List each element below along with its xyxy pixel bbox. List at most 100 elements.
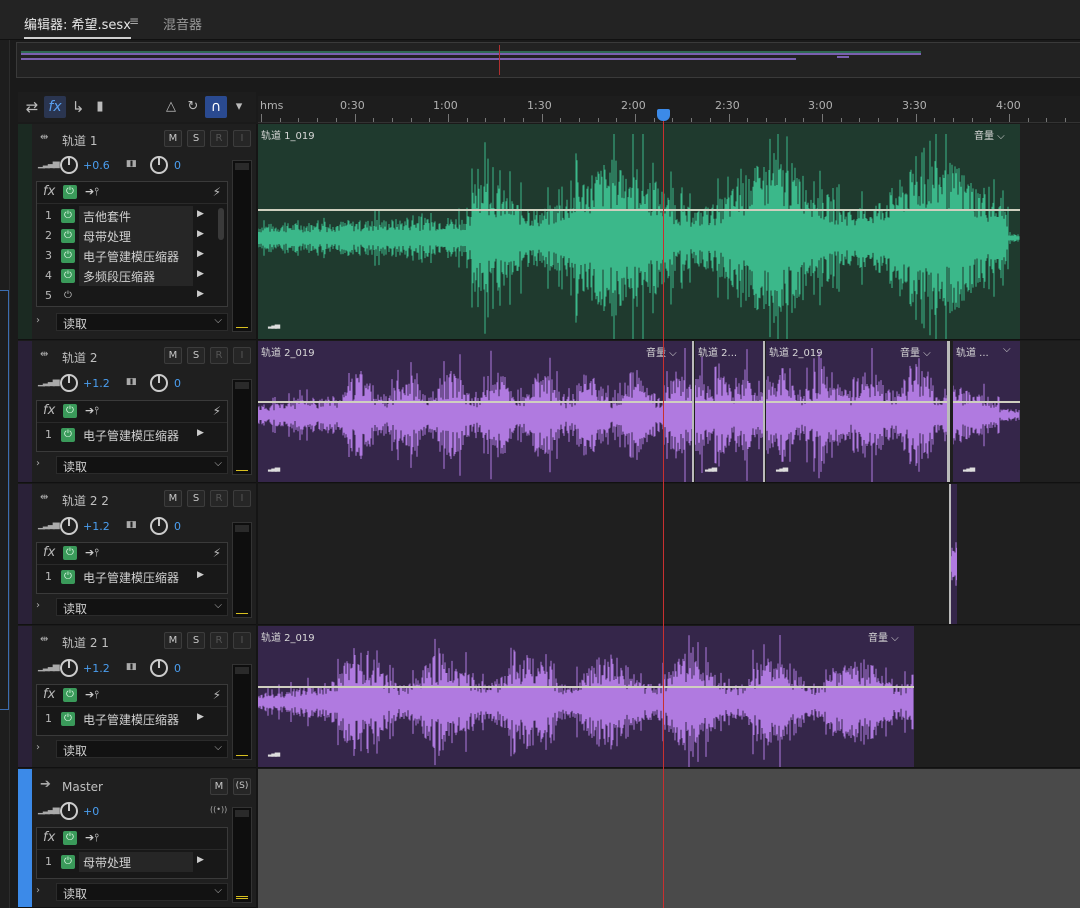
snap-magnet-icon[interactable]: ∩ — [205, 96, 227, 118]
effect-power-icon[interactable]: ⏻ — [61, 269, 75, 283]
clip-volume-envelope[interactable] — [695, 401, 763, 403]
session-overview-navigator[interactable] — [16, 42, 1080, 78]
volume-knob[interactable] — [60, 802, 78, 820]
input-monitor-button[interactable]: I — [233, 347, 251, 364]
volume-knob[interactable] — [60, 517, 78, 535]
track-name[interactable]: Master — [62, 780, 103, 794]
input-monitor-button[interactable]: I — [233, 490, 251, 507]
pan-knob[interactable] — [150, 156, 168, 174]
volume-knob[interactable] — [60, 374, 78, 392]
metronome-icon[interactable]: △ — [162, 96, 180, 118]
chevron-right-icon[interactable]: › — [36, 600, 40, 611]
chevron-right-icon[interactable]: › — [36, 885, 40, 896]
effect-slot[interactable]: 4 ⏻ 多频段压缩器 ▶ — [37, 266, 227, 286]
clip-volume-envelope[interactable] — [258, 686, 914, 688]
effect-power-icon[interactable]: ⏻ — [61, 428, 75, 442]
clip-volume-envelope[interactable] — [953, 401, 1020, 403]
record-arm-button[interactable]: R — [210, 490, 228, 507]
pre-post-fader-icon[interactable]: ➔⫯ — [85, 185, 99, 199]
effect-menu-arrow-icon[interactable]: ▶ — [197, 209, 204, 219]
master-lane[interactable] — [258, 769, 1080, 908]
fx-icon[interactable]: fx — [44, 96, 66, 118]
automation-mode-select[interactable]: 读取 ⌵ — [56, 313, 228, 331]
pan-knob[interactable] — [150, 517, 168, 535]
effect-power-icon[interactable]: ⏻ — [61, 209, 75, 223]
tab-editor[interactable]: 编辑器: 希望.sesx — [24, 14, 131, 39]
effect-slot[interactable]: 1 ⏻ 电子管建模压缩器 ▶ — [37, 425, 227, 445]
clip-volume-envelope[interactable] — [766, 401, 947, 403]
clip-volume-menu[interactable]: 音量 ⌵ — [646, 344, 677, 359]
audio-clip[interactable]: 轨道 2_019 音量 ⌵ ▂▃▄ — [258, 626, 914, 767]
audio-clip[interactable]: 轨道 2... ▂▃▄ — [695, 341, 765, 482]
rack-power-icon[interactable]: ⏻ — [63, 546, 77, 560]
clip-volume-envelope[interactable] — [258, 401, 692, 403]
effect-menu-arrow-icon[interactable]: ▶ — [197, 249, 204, 259]
pre-post-fader-icon[interactable]: ➔⫯ — [85, 831, 99, 845]
clip-volume-menu[interactable]: ⌵ — [1003, 344, 1011, 355]
automation-mode-select[interactable]: 读取 ⌵ — [56, 456, 228, 474]
effect-slot[interactable]: 1 ⏻ 电子管建模压缩器 ▶ — [37, 709, 227, 729]
track-header-2[interactable]: ⇹ 轨道 2 M S R I ▁▂▃▅ +1.2 ▮▯▮ 0 fx ⏻ ➔⫯ ⚡… — [18, 341, 256, 483]
record-arm-button[interactable]: R — [210, 632, 228, 649]
input-monitor-button[interactable]: I — [233, 130, 251, 147]
rack-power-icon[interactable]: ⏻ — [63, 185, 77, 199]
record-arm-button[interactable]: R — [210, 130, 228, 147]
track-lane-3[interactable] — [258, 484, 1080, 625]
audio-clip[interactable]: 轨道 1_019 音量 ⌵ ▂▃▄ — [258, 124, 1020, 339]
pan-value[interactable]: 0 — [174, 377, 181, 390]
tab-mixer[interactable]: 混音器 — [163, 14, 202, 33]
audio-clip[interactable]: 轨道 2_019 音量 ⌵ ▂▃▄ — [766, 341, 950, 482]
pre-post-fader-icon[interactable]: ➔⫯ — [85, 546, 99, 560]
effect-menu-arrow-icon[interactable]: ▶ — [197, 712, 204, 722]
effect-power-icon[interactable]: ⏻ — [61, 229, 75, 243]
effect-menu-arrow-icon[interactable]: ▶ — [197, 229, 204, 239]
mute-button[interactable]: M — [210, 778, 228, 795]
audio-clip[interactable]: 轨道 ... ⌵ ▂▃▄ — [953, 341, 1020, 482]
volume-value[interactable]: +1.2 — [83, 377, 110, 390]
effect-menu-arrow-icon[interactable]: ▶ — [197, 428, 204, 438]
pan-value[interactable]: 0 — [174, 520, 181, 533]
clip-volume-menu[interactable]: 音量 ⌵ — [974, 127, 1005, 142]
eq-icon[interactable]: ▮ — [90, 96, 110, 118]
track-header-1[interactable]: ⇹ 轨道 1 M S R I ▁▂▃▅ +0.6 ▮▯▮ 0 fx ⏻ ➔⫯ ⚡… — [18, 124, 256, 340]
loop-icon[interactable]: ↻ — [184, 96, 202, 118]
track-lane-4[interactable]: 轨道 2_019 音量 ⌵ ▂▃▄ — [258, 626, 1080, 768]
effect-menu-arrow-icon[interactable]: ▶ — [197, 269, 204, 279]
solo-button[interactable]: S — [187, 632, 205, 649]
volume-value[interactable]: +1.2 — [83, 662, 110, 675]
mute-button[interactable]: M — [164, 632, 182, 649]
swap-icon[interactable]: ⇄ — [22, 96, 42, 118]
solo-button[interactable]: S — [187, 347, 205, 364]
sends-icon[interactable]: ↳ — [68, 96, 88, 118]
master-track-header[interactable]: ➔ Master M (S) ▁▂▃▅ +0 ((•)) fx ⏻ ➔⫯ 1 ⏻… — [18, 769, 256, 908]
volume-value[interactable]: +0 — [83, 805, 99, 818]
lightning-icon[interactable]: ⚡ — [213, 546, 221, 560]
clip-volume-menu[interactable]: 音量 ⌵ — [868, 629, 899, 644]
effect-menu-arrow-icon[interactable]: ▶ — [197, 570, 204, 580]
record-arm-button[interactable]: R — [210, 347, 228, 364]
volume-knob[interactable] — [60, 156, 78, 174]
audio-clip[interactable] — [949, 484, 957, 624]
solo-button[interactable]: S — [187, 130, 205, 147]
track-name[interactable]: 轨道 1 — [62, 132, 97, 149]
lightning-icon[interactable]: ⚡ — [213, 404, 221, 418]
track-lane-1[interactable]: 轨道 1_019 音量 ⌵ ▂▃▄ — [258, 124, 1080, 340]
track-name[interactable]: 轨道 2 — [62, 349, 97, 366]
mute-button[interactable]: M — [164, 490, 182, 507]
automation-mode-select[interactable]: 读取 ⌵ — [56, 598, 228, 616]
output-mode-icon[interactable]: ((•)) — [210, 805, 227, 814]
audio-clip[interactable]: 轨道 2_019 音量 ⌵ ▂▃▄ — [258, 341, 694, 482]
track-name[interactable]: 轨道 2 1 — [62, 634, 109, 651]
chevron-right-icon[interactable]: › — [36, 742, 40, 753]
pan-value[interactable]: 0 — [174, 159, 181, 172]
marker-icon[interactable]: ▾ — [230, 96, 248, 118]
effect-slot[interactable]: 1 ⏻ 母带处理 ▶ — [37, 852, 227, 872]
pan-value[interactable]: 0 — [174, 662, 181, 675]
mute-button[interactable]: M — [164, 347, 182, 364]
mute-button[interactable]: M — [164, 130, 182, 147]
rack-power-icon[interactable]: ⏻ — [63, 688, 77, 702]
automation-mode-select[interactable]: 读取 ⌵ — [56, 883, 228, 901]
track-header-4[interactable]: ⇹ 轨道 2 1 M S R I ▁▂▃▅ +1.2 ▮▯▮ 0 fx ⏻ ➔⫯… — [18, 626, 256, 768]
clip-volume-envelope[interactable] — [258, 209, 1020, 211]
volume-value[interactable]: +0.6 — [83, 159, 110, 172]
